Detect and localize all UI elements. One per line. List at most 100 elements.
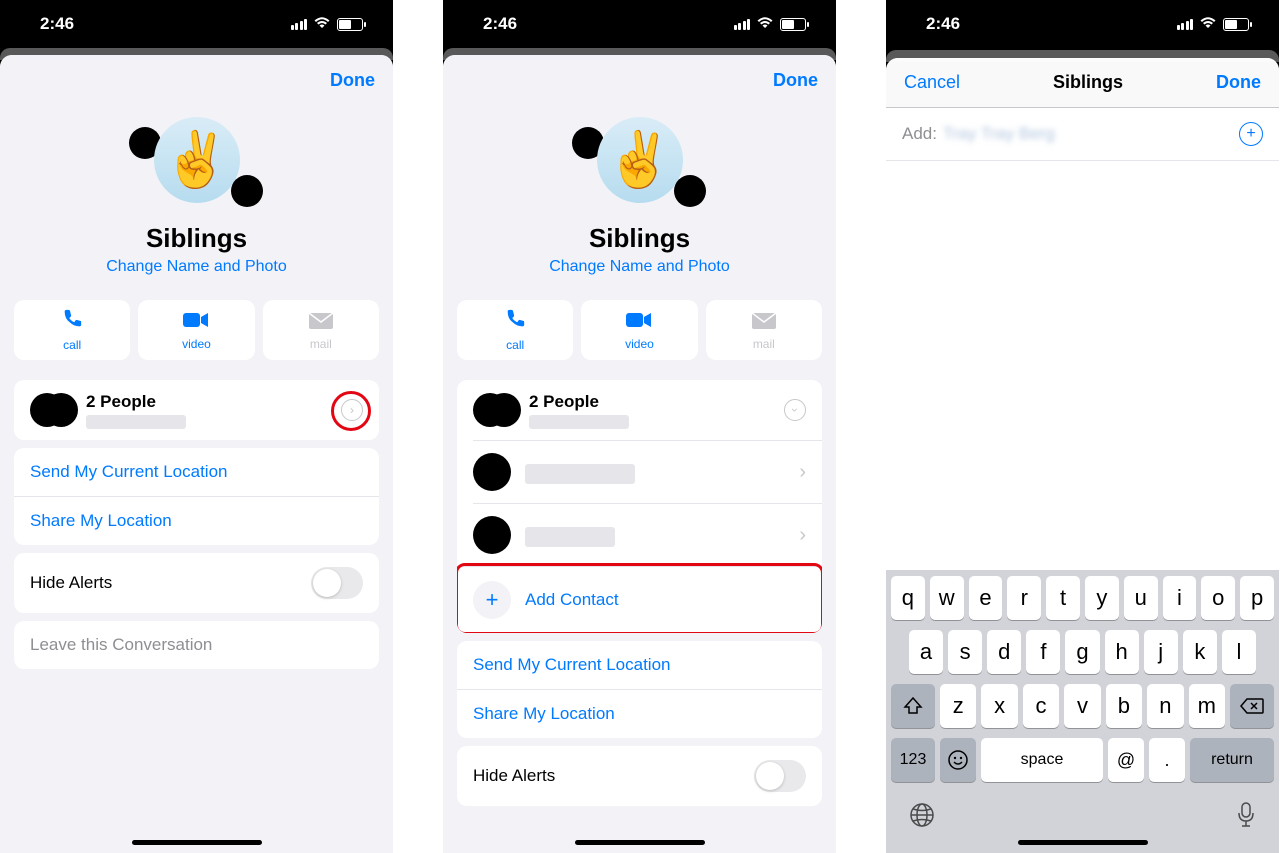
nav-bar: Cancel Siblings Done	[886, 58, 1279, 108]
key-p[interactable]: p	[1240, 576, 1274, 620]
hide-alerts-toggle[interactable]	[754, 760, 806, 792]
shift-key[interactable]	[891, 684, 935, 728]
people-card-expanded: 2 People › › › + Add Contact	[457, 380, 822, 633]
location-card: Send My Current Location Share My Locati…	[457, 641, 822, 738]
add-contact-row[interactable]: + Add Contact	[457, 566, 822, 633]
share-location-button[interactable]: Share My Location	[457, 690, 822, 738]
key-c[interactable]: c	[1023, 684, 1059, 728]
mic-icon[interactable]	[1236, 802, 1256, 835]
chevron-icon: ›	[799, 524, 806, 547]
add-contact-label: Add Contact	[525, 590, 619, 610]
cellular-icon	[1177, 19, 1194, 30]
change-name-photo-link[interactable]: Change Name and Photo	[549, 258, 730, 276]
redacted-names	[86, 415, 186, 429]
member-avatar-2	[674, 175, 706, 207]
send-location-button[interactable]: Send My Current Location	[14, 448, 379, 497]
member-row-1[interactable]: ›	[473, 440, 822, 503]
collapse-chevron-icon[interactable]: ›	[784, 399, 806, 421]
video-label: video	[182, 337, 211, 351]
member-row-2[interactable]: ›	[473, 503, 822, 566]
add-contact-field[interactable]: Add: Tray Tray Berg +	[886, 108, 1279, 161]
share-location-button[interactable]: Share My Location	[14, 497, 379, 545]
key-u[interactable]: u	[1124, 576, 1158, 620]
key-b[interactable]: b	[1106, 684, 1142, 728]
redacted-names	[529, 415, 629, 429]
key-v[interactable]: v	[1064, 684, 1100, 728]
wifi-icon	[756, 14, 774, 34]
group-header: ✌️ Siblings Change Name and Photo	[0, 105, 393, 292]
emoji-key[interactable]	[940, 738, 976, 782]
key-x[interactable]: x	[981, 684, 1017, 728]
at-key[interactable]: @	[1108, 738, 1144, 782]
key-g[interactable]: g	[1065, 630, 1099, 674]
key-s[interactable]: s	[948, 630, 982, 674]
people-row[interactable]: 2 People ›	[14, 380, 379, 440]
key-a[interactable]: a	[909, 630, 943, 674]
key-f[interactable]: f	[1026, 630, 1060, 674]
key-r[interactable]: r	[1007, 576, 1041, 620]
key-z[interactable]: z	[940, 684, 976, 728]
home-indicator[interactable]	[575, 840, 705, 845]
period-key[interactable]: .	[1149, 738, 1185, 782]
key-k[interactable]: k	[1183, 630, 1217, 674]
group-photo: ✌️	[597, 117, 683, 203]
done-button[interactable]: Done	[330, 70, 375, 91]
key-e[interactable]: e	[969, 576, 1003, 620]
member-avatar	[473, 516, 511, 554]
return-key[interactable]: return	[1190, 738, 1274, 782]
kb-row-4: 123 space @ . return	[889, 738, 1276, 782]
plus-icon: +	[473, 581, 511, 619]
video-button[interactable]: video	[581, 300, 697, 360]
done-button[interactable]: Done	[1216, 72, 1261, 93]
key-q[interactable]: q	[891, 576, 925, 620]
home-indicator[interactable]	[132, 840, 262, 845]
people-row[interactable]: 2 People ›	[457, 380, 822, 440]
globe-icon[interactable]	[909, 802, 935, 835]
people-avatars	[30, 390, 76, 430]
space-key[interactable]: space	[981, 738, 1103, 782]
call-label: call	[63, 338, 81, 352]
call-button[interactable]: call	[457, 300, 573, 360]
alerts-card: Hide Alerts	[14, 553, 379, 613]
key-h[interactable]: h	[1105, 630, 1139, 674]
key-i[interactable]: i	[1163, 576, 1197, 620]
call-button[interactable]: call	[14, 300, 130, 360]
video-button[interactable]: video	[138, 300, 254, 360]
key-o[interactable]: o	[1201, 576, 1235, 620]
key-w[interactable]: w	[930, 576, 964, 620]
backspace-key[interactable]	[1230, 684, 1274, 728]
status-icons	[734, 14, 807, 34]
key-d[interactable]: d	[987, 630, 1021, 674]
wifi-icon	[313, 14, 331, 34]
key-m[interactable]: m	[1189, 684, 1225, 728]
member-avatar-2	[231, 175, 263, 207]
done-button[interactable]: Done	[773, 70, 818, 91]
cellular-icon	[291, 19, 308, 30]
nav-title: Siblings	[960, 72, 1216, 93]
action-row: call video mail	[443, 292, 836, 372]
home-indicator[interactable]	[1018, 840, 1148, 845]
cancel-button[interactable]: Cancel	[904, 72, 960, 93]
change-name-photo-link[interactable]: Change Name and Photo	[106, 258, 287, 276]
nav-bar: Done	[0, 55, 393, 105]
key-t[interactable]: t	[1046, 576, 1080, 620]
key-l[interactable]: l	[1222, 630, 1256, 674]
action-row: call video mail	[0, 292, 393, 372]
hide-alerts-toggle[interactable]	[311, 567, 363, 599]
location-card: Send My Current Location Share My Locati…	[14, 448, 379, 545]
video-icon	[626, 309, 652, 335]
group-photo: ✌️	[154, 117, 240, 203]
expand-chevron-icon[interactable]: ›	[341, 399, 363, 421]
redacted-name	[525, 527, 615, 547]
status-icons	[1177, 14, 1250, 34]
phone-screen-1: 2:46 Done ✌️ Siblings Change Name and Ph…	[0, 0, 393, 853]
key-n[interactable]: n	[1147, 684, 1183, 728]
numbers-key[interactable]: 123	[891, 738, 935, 782]
send-location-button[interactable]: Send My Current Location	[457, 641, 822, 690]
key-j[interactable]: j	[1144, 630, 1178, 674]
nav-bar: Done	[443, 55, 836, 105]
phone-screen-2: 2:46 Done ✌️ Siblings Change Name and Ph…	[443, 0, 836, 853]
key-y[interactable]: y	[1085, 576, 1119, 620]
video-label: video	[625, 337, 654, 351]
add-plus-button[interactable]: +	[1239, 122, 1263, 146]
